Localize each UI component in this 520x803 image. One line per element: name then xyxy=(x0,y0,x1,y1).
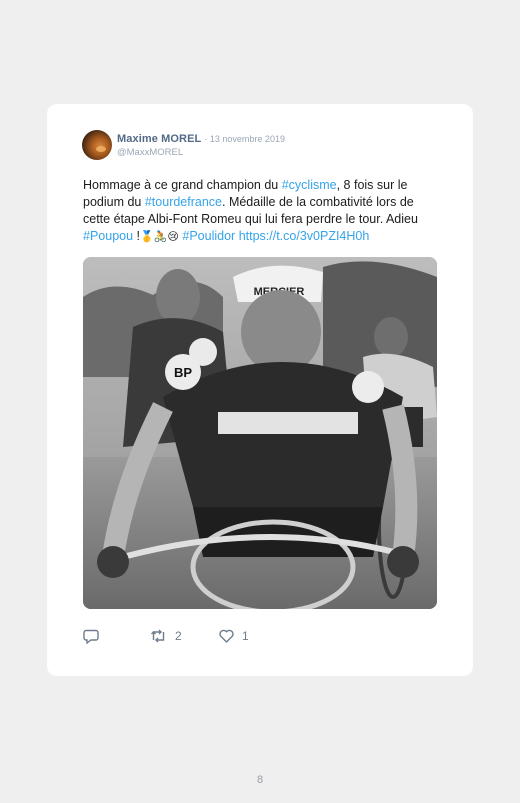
hashtag-link[interactable]: #Poulidor xyxy=(182,229,235,243)
emoji-group: 🥇🚴😢 xyxy=(140,230,179,243)
page-number: 8 xyxy=(256,774,264,786)
author-handle[interactable]: @MaxxMOREL xyxy=(117,147,285,159)
tweet-photo[interactable]: MERCIER BP xyxy=(83,257,437,609)
heart-icon xyxy=(219,629,234,643)
tweet-card: Maxime MOREL · 13 novembre 2019 @MaxxMOR… xyxy=(47,104,473,676)
badge-text: BP xyxy=(174,365,192,380)
author-name[interactable]: Maxime MOREL xyxy=(117,133,201,145)
author-avatar[interactable] xyxy=(82,130,112,160)
cyclists-photo-image: MERCIER BP xyxy=(83,257,437,609)
tweet-date[interactable]: · 13 novembre 2019 xyxy=(204,134,285,144)
retweet-button[interactable]: 2 xyxy=(150,629,182,643)
url-link[interactable]: https://t.co/3v0PZI4H0h xyxy=(239,229,370,243)
tweet-text-part: ! xyxy=(133,229,141,243)
reply-icon xyxy=(83,629,99,644)
hashtag-link[interactable]: #Poupou xyxy=(83,229,133,243)
like-button[interactable]: 1 xyxy=(219,629,249,643)
tweet-actions: 2 1 xyxy=(83,629,443,649)
reply-button[interactable] xyxy=(83,629,107,644)
retweet-count: 2 xyxy=(175,629,182,643)
tweet-header: Maxime MOREL · 13 novembre 2019 @MaxxMOR… xyxy=(117,133,285,159)
tweet-text-part: Hommage à ce grand champion du xyxy=(83,178,282,192)
like-count: 1 xyxy=(242,629,249,643)
retweet-icon xyxy=(151,629,165,643)
hashtag-link[interactable]: #tourdefrance xyxy=(145,195,222,209)
tweet-text: Hommage à ce grand champion du #cyclisme… xyxy=(83,177,443,245)
hashtag-link[interactable]: #cyclisme xyxy=(282,178,337,192)
